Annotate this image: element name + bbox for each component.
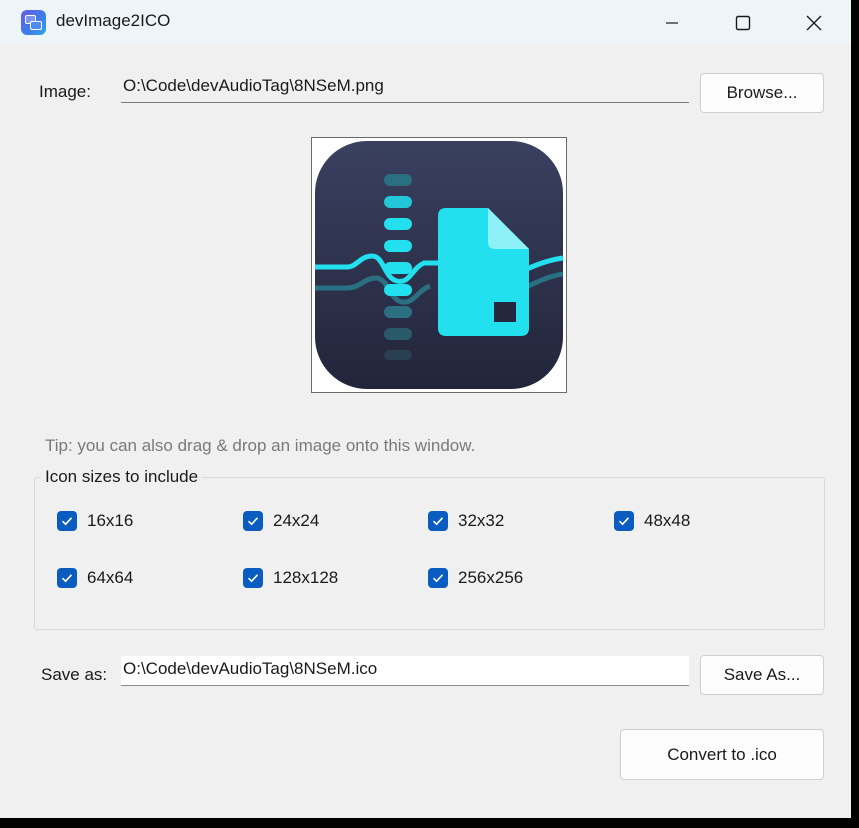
drag-drop-tip: Tip: you can also drag & drop an image o… <box>45 436 476 455</box>
browse-button[interactable]: Browse... <box>700 73 824 113</box>
checkbox-label: 16x16 <box>87 511 134 530</box>
maximize-button[interactable] <box>707 0 778 45</box>
app-icon <box>21 10 46 35</box>
convert-button[interactable]: Convert to .ico <box>620 729 824 780</box>
checkbox-checked-icon[interactable] <box>57 568 77 588</box>
checkbox-64x64[interactable]: 64x64 <box>57 568 133 588</box>
app-window: devImage2ICO Image: O:\Code\devAudioTag\… <box>0 0 851 818</box>
minimize-icon <box>665 21 678 24</box>
checkbox-label: 24x24 <box>273 511 320 530</box>
title-bar[interactable]: devImage2ICO <box>0 0 851 45</box>
checkbox-label: 48x48 <box>644 511 691 530</box>
preview-image <box>315 141 564 389</box>
maximize-icon <box>735 15 750 30</box>
save-as-button[interactable]: Save As... <box>700 655 824 695</box>
close-icon <box>806 15 821 30</box>
icon-sizes-title: Icon sizes to include <box>41 467 203 487</box>
checkbox-label: 64x64 <box>87 568 134 587</box>
checkbox-checked-icon[interactable] <box>243 568 263 588</box>
checkbox-checked-icon[interactable] <box>243 511 263 531</box>
checkbox-24x24[interactable]: 24x24 <box>243 511 319 531</box>
image-preview <box>311 137 567 393</box>
close-button[interactable] <box>778 0 849 45</box>
icon-sizes-group <box>34 477 825 630</box>
checkbox-48x48[interactable]: 48x48 <box>614 511 690 531</box>
checkbox-128x128[interactable]: 128x128 <box>243 568 338 588</box>
checkbox-16x16[interactable]: 16x16 <box>57 511 133 531</box>
image-label: Image: <box>39 82 91 101</box>
checkbox-256x256[interactable]: 256x256 <box>428 568 523 588</box>
window-title: devImage2ICO <box>56 11 171 30</box>
checkbox-label: 128x128 <box>273 568 339 587</box>
checkbox-32x32[interactable]: 32x32 <box>428 511 504 531</box>
checkbox-checked-icon[interactable] <box>428 511 448 531</box>
image-path-field[interactable]: O:\Code\devAudioTag\8NSeM.png <box>121 73 689 103</box>
checkbox-checked-icon[interactable] <box>57 511 77 531</box>
minimize-button[interactable] <box>636 0 707 45</box>
save-path-field[interactable]: O:\Code\devAudioTag\8NSeM.ico <box>121 656 689 686</box>
save-as-label: Save as: <box>41 665 108 684</box>
checkbox-label: 32x32 <box>458 511 505 530</box>
checkbox-checked-icon[interactable] <box>428 568 448 588</box>
checkbox-label: 256x256 <box>458 568 524 587</box>
checkbox-checked-icon[interactable] <box>614 511 634 531</box>
